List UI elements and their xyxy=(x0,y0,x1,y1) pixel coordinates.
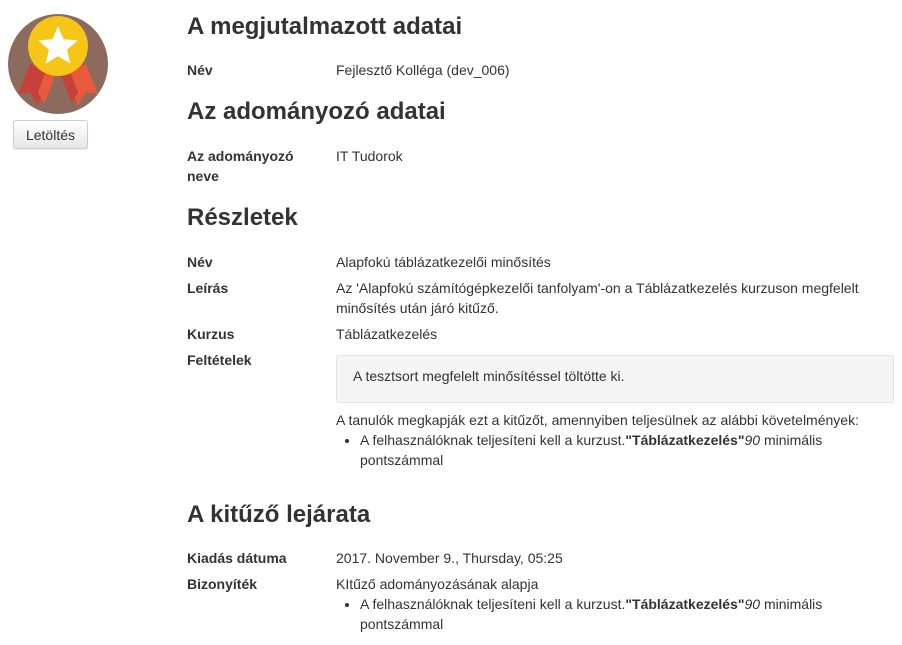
details-course-value: Táblázatkezelés xyxy=(336,326,438,342)
criteria-list: A felhasználóknak teljesíteni kell a kur… xyxy=(336,430,896,470)
evidence-block: KItűző adományozásának alapja A felhaszn… xyxy=(336,574,896,634)
details-heading: Részletek xyxy=(187,204,298,231)
issuer-name-value: IT Tudorok xyxy=(336,148,403,164)
criteria-item-score: 90 xyxy=(744,432,761,448)
criteria-block: A tesztsort megfelelt minősítéssel töltö… xyxy=(336,355,896,470)
recipient-heading: A megjutalmazott adatai xyxy=(187,13,463,40)
criteria-item-prefix: A felhasználóknak teljesíteni kell a kur… xyxy=(360,432,626,448)
download-button[interactable]: Letöltés xyxy=(13,120,88,149)
details-criteria-label: Feltételek xyxy=(187,352,252,368)
evidence-item-prefix: A felhasználóknak teljesíteni kell a kur… xyxy=(360,596,626,612)
evidence-list: A felhasználóknak teljesíteni kell a kur… xyxy=(336,594,896,634)
recipient-name-value: Fejlesztő Kolléga (dev_006) xyxy=(336,62,510,78)
issuer-heading: Az adományozó adatai xyxy=(187,98,446,125)
criteria-box: A tesztsort megfelelt minősítéssel töltö… xyxy=(336,355,894,403)
details-course-label: Kurzus xyxy=(187,326,235,342)
details-description-label: Leírás xyxy=(187,280,229,296)
expiry-issued-label: Kiadás dátuma xyxy=(187,550,287,566)
expiry-evidence-label: Bizonyíték xyxy=(187,576,258,592)
expiry-issued-value: 2017. November 9., Thursday, 05:25 xyxy=(336,550,563,566)
star-medal-icon xyxy=(8,14,108,114)
evidence-item-course: "Táblázatkezelés" xyxy=(625,596,745,612)
criteria-list-item: A felhasználóknak teljesíteni kell a kur… xyxy=(360,430,896,470)
evidence-item-score: 90 xyxy=(744,596,761,612)
recipient-name-label: Név xyxy=(187,62,213,78)
criteria-box-text: A tesztsort megfelelt minősítéssel töltö… xyxy=(353,368,625,384)
evidence-text: KItűző adományozásának alapja xyxy=(336,576,539,592)
details-description-value: Az 'Alapfokú számítógépkezelői tanfolyam… xyxy=(336,280,859,316)
criteria-intro: A tanulók megkapják ezt a kitűzőt, amenn… xyxy=(336,412,859,428)
expiry-heading: A kitűző lejárata xyxy=(187,501,371,528)
issuer-name-label: Az adományozó neve xyxy=(187,148,294,184)
evidence-list-item: A felhasználóknak teljesíteni kell a kur… xyxy=(360,594,896,634)
details-name-value: Alapfokú táblázatkezelői minősítés xyxy=(336,254,551,270)
details-name-label: Név xyxy=(187,254,213,270)
criteria-item-course: "Táblázatkezelés" xyxy=(625,432,745,448)
